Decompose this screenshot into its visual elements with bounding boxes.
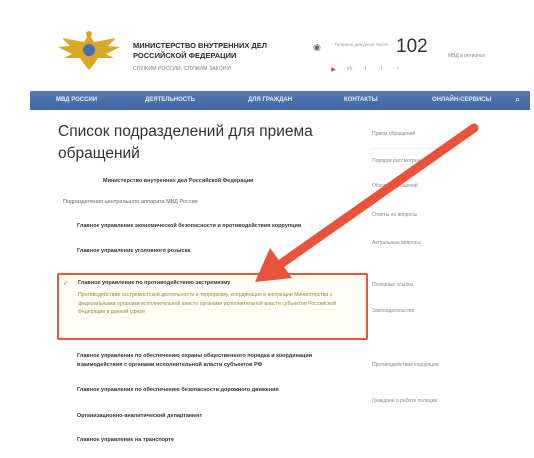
sidebar-divider bbox=[372, 148, 462, 149]
rss-icon[interactable]: ◔ bbox=[393, 66, 402, 73]
highlighted-item-title[interactable]: Главное управление по противодействию эк… bbox=[78, 280, 230, 286]
ministry-slogan: СЛУЖИМ РОССИИ, СЛУЖИМ ЗАКОНУ! bbox=[133, 66, 232, 72]
section-label: Подразделения центрального аппарата МВД … bbox=[63, 199, 198, 205]
sidebar-item-5[interactable]: Актуальные вопросы bbox=[372, 240, 457, 247]
sidebar-item-1[interactable]: Прием обращений bbox=[372, 131, 457, 138]
ministry-title-line1: МИНИСТЕРСТВО ВНУТРЕННИХ ДЕЛ bbox=[133, 41, 268, 50]
regions-link[interactable]: МВД в регионах bbox=[448, 53, 485, 59]
sidebar-item-7[interactable]: Законодательство bbox=[372, 308, 457, 315]
social-links: ▶ vk t f ◔ bbox=[329, 66, 402, 73]
twitter-icon[interactable]: t bbox=[361, 66, 370, 73]
sidebar-item-8[interactable]: Противодействие коррупции bbox=[372, 362, 457, 369]
list-item-road-safety[interactable]: Главное управление по обеспечению безопа… bbox=[77, 386, 352, 395]
highlighted-list-item[interactable]: ✓ Главное управление по противодействию … bbox=[57, 273, 368, 340]
facebook-icon[interactable]: f bbox=[377, 66, 386, 73]
sidebar-item-4[interactable]: Ответы на вопросы bbox=[372, 212, 457, 219]
list-item-criminal-investigation[interactable]: Главное управление уголовного розыска bbox=[77, 247, 352, 256]
nav-item-citizens[interactable]: ДЛЯ ГРАЖДАН bbox=[248, 97, 292, 103]
hotline-number[interactable]: 102 bbox=[396, 36, 428, 58]
sidebar-item-9[interactable]: Граждане о работе полиции bbox=[372, 398, 457, 405]
highlighted-item-description: Противодействие экстремистской деятельно… bbox=[78, 292, 336, 315]
nav-item-mvd[interactable]: МВД РОССИИ bbox=[56, 97, 97, 103]
list-item-transport[interactable]: Главное управление на транспорте bbox=[77, 436, 352, 445]
nav-item-contacts[interactable]: КОНТАКТЫ bbox=[344, 97, 378, 103]
sidebar-item-3[interactable]: Обзоры обращений bbox=[372, 183, 457, 190]
mvd-eagle-logo[interactable] bbox=[54, 28, 124, 76]
nav-item-online-services[interactable]: ОНЛАЙН-СЕРВИСЫ bbox=[432, 97, 491, 103]
check-icon: ✓ bbox=[63, 280, 69, 287]
accessibility-eye-icon[interactable]: ◉ bbox=[313, 42, 321, 53]
ministry-link[interactable]: Министерство внутренних дел Российской Ф… bbox=[103, 178, 253, 184]
main-nav: МВД РОССИИ ДЕЯТЕЛЬНОСТЬ ДЛЯ ГРАЖДАН КОНТ… bbox=[30, 91, 530, 110]
vk-icon[interactable]: vk bbox=[345, 66, 354, 73]
sidebar-item-6[interactable]: Полезные ссылки bbox=[372, 282, 457, 289]
page-title: Список подразделений для приема обращени… bbox=[58, 123, 313, 162]
ministry-title[interactable]: МИНИСТЕРСТВО ВНУТРЕННИХ ДЕЛ РОССИЙСКОЙ Ф… bbox=[133, 41, 323, 61]
hotline-caption: Телефон дежурной части bbox=[334, 42, 388, 47]
mvd-page: МИНИСТЕРСТВО ВНУТРЕННИХ ДЕЛ РОССИЙСКОЙ Ф… bbox=[0, 0, 534, 458]
ministry-title-line2: РОССИЙСКОЙ ФЕДЕРАЦИИ bbox=[133, 51, 237, 60]
list-item-org-analytical[interactable]: Организационно-аналитический департамент bbox=[77, 412, 352, 421]
nav-item-activity[interactable]: ДЕЯТЕЛЬНОСТЬ bbox=[145, 97, 195, 103]
search-icon[interactable]: ⌕ bbox=[515, 94, 520, 105]
youtube-icon[interactable]: ▶ bbox=[329, 66, 338, 73]
sidebar-item-2[interactable]: Порядок рассмотрения bbox=[372, 158, 457, 165]
list-item-econ-security[interactable]: Главное управление экономической безопас… bbox=[77, 222, 352, 231]
list-item-public-order[interactable]: Главное управление по обеспечению охраны… bbox=[77, 352, 352, 370]
